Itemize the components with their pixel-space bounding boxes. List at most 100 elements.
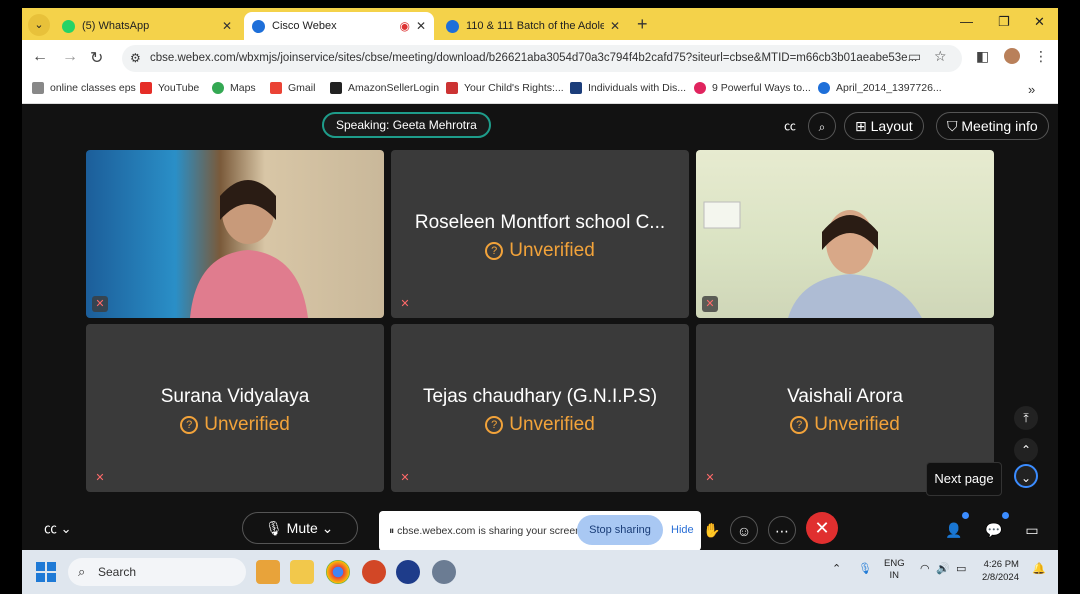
bookmark-amazon[interactable]: AmazonSellerLogin [330, 82, 439, 94]
menu-icon[interactable]: ⋮ [1034, 48, 1048, 65]
battery-icon[interactable]: ▭ [956, 562, 966, 575]
tab-batch-webex[interactable]: 110 & 111 Batch of the Adolesc ✕ [438, 12, 628, 40]
pinterest-icon [694, 82, 706, 94]
mic-muted-icon: ✕ [400, 472, 410, 484]
powerpoint-app-icon[interactable] [362, 560, 386, 584]
participant-video-3[interactable]: ✕ [696, 150, 994, 318]
layout-button[interactable]: ⊞ Layout [844, 112, 924, 140]
mic-muted-icon: ✕ [95, 472, 105, 484]
forward-button[interactable]: → [62, 48, 78, 66]
camera-icon[interactable]: ▭ [908, 48, 921, 65]
search-icon: ⌕ [78, 564, 86, 579]
close-icon[interactable]: ✕ [416, 19, 426, 33]
mic-muted-icon: ✕ [92, 296, 108, 312]
bookmark-youtube[interactable]: YouTube [140, 82, 199, 94]
mic-muted-icon: ✕ [702, 296, 718, 312]
bookmark-maps[interactable]: Maps [212, 82, 256, 94]
participant-video-1[interactable]: ✕ [86, 150, 384, 318]
participants-icon[interactable]: 👤 [940, 516, 968, 544]
notification-dot [962, 512, 969, 519]
chat-icon[interactable]: 💬 [980, 516, 1008, 544]
back-button[interactable]: ← [32, 48, 48, 66]
url-field[interactable]: ⚙ cbse.webex.com/wbxmjs/joinservice/site… [122, 45, 962, 72]
profile-avatar[interactable] [1004, 48, 1020, 64]
youtube-icon [140, 82, 152, 94]
address-bar: ← → ↻ ⚙ cbse.webex.com/wbxmjs/joinservic… [22, 40, 1058, 76]
participant-tile-roseleen[interactable]: Roseleen Montfort school C... ? Unverifie… [391, 150, 689, 318]
bookmark-gmail[interactable]: Gmail [270, 82, 315, 94]
search-icon[interactable]: ⌕ [808, 112, 836, 140]
microphone-icon[interactable]: 🎙 [858, 562, 872, 575]
bookmark-child-rights[interactable]: Your Child's Rights:... [446, 82, 564, 94]
leave-meeting-button[interactable]: ✕ [806, 512, 838, 544]
unverified-badge: ? Unverified [696, 414, 994, 436]
globe-icon [32, 82, 44, 94]
participant-tile-surana[interactable]: Surana Vidyalaya ? Unverified ✕ [86, 324, 384, 492]
minimize-button[interactable]: — [960, 14, 973, 29]
chevron-up-icon[interactable]: ⌃ [832, 562, 841, 575]
first-page-button[interactable]: ⤒ [1014, 406, 1038, 430]
question-icon: ? [485, 242, 504, 260]
close-window-button[interactable]: ✕ [1034, 14, 1045, 30]
meeting-area: Speaking: Geeta Mehrotra ㏄ ⌕ ⊞ Layout ⛉ … [22, 104, 1058, 550]
captions-menu-button[interactable]: ㏄ ⌄ [44, 518, 72, 537]
sk-icon [446, 82, 458, 94]
captions-icon[interactable]: ㏄ [776, 112, 804, 140]
share-notice-text: ⏸ cbse.webex.com is sharing your screen. [389, 525, 584, 537]
restore-button[interactable]: ❐ [998, 14, 1010, 30]
file-explorer-icon[interactable] [290, 560, 314, 584]
close-icon[interactable]: ✕ [610, 19, 620, 33]
close-icon[interactable]: ✕ [222, 19, 232, 33]
reload-button[interactable]: ↻ [90, 48, 103, 68]
tab-whatsapp[interactable]: (5) WhatsApp ✕ [54, 12, 240, 40]
previous-page-button[interactable]: ⌃ [1014, 438, 1038, 462]
webex-icon [446, 19, 459, 33]
taskbar-search[interactable]: ⌕ Search [68, 558, 246, 586]
speaking-indicator: Speaking: Geeta Mehrotra [322, 112, 491, 138]
tab-search-button[interactable]: ⌄ [28, 14, 50, 36]
site-info-icon[interactable]: ⚙ [130, 45, 141, 72]
taskbar-clock[interactable]: 4:26 PM 2/8/2024 [982, 558, 1019, 584]
bookmarks-overflow[interactable]: » [1028, 82, 1035, 97]
more-options-icon[interactable]: ⋯ [768, 516, 796, 544]
apps-panel-icon[interactable]: ▭ [1018, 516, 1046, 544]
reactions-icon[interactable]: ☺ [730, 516, 758, 544]
mute-button[interactable]: 🎙 Mute ⌄ [242, 512, 358, 544]
new-tab-button[interactable]: + [637, 14, 648, 35]
amazon-icon [330, 82, 342, 94]
language-indicator[interactable]: ENG IN [884, 558, 905, 582]
question-icon: ? [790, 416, 809, 434]
mic-muted-icon: ✕ [705, 472, 715, 484]
wifi-icon[interactable]: ◠ [920, 562, 930, 575]
webex-app-icon[interactable] [396, 560, 420, 584]
meeting-info-button[interactable]: ⛉ Meeting info [936, 112, 1049, 140]
stop-sharing-button[interactable]: Stop sharing [577, 515, 663, 545]
question-icon: ? [180, 416, 199, 434]
bookmark-powerful-ways[interactable]: 9 Powerful Ways to... [694, 82, 811, 94]
unverified-badge: ? Unverified [391, 240, 689, 262]
tab-cisco-webex[interactable]: Cisco Webex ◉ ✕ [244, 12, 434, 40]
volume-icon[interactable]: 🔊 [936, 562, 950, 575]
hide-button[interactable]: Hide [671, 524, 694, 536]
whatsapp-icon [62, 19, 75, 33]
notification-bell-icon[interactable]: 🔔 [1032, 562, 1046, 575]
u-icon [570, 82, 582, 94]
participant-tile-tejas[interactable]: Tejas chaudhary (G.N.I.P.S) ? Unverified … [391, 324, 689, 492]
next-page-tooltip: Next page [926, 462, 1002, 496]
bookmark-star-icon[interactable]: ☆ [934, 48, 947, 65]
widgets-app-icon[interactable] [256, 560, 280, 584]
screen-share-notice: ⏸ cbse.webex.com is sharing your screen.… [379, 511, 701, 551]
raise-hand-icon[interactable]: ✋ [698, 516, 726, 544]
bookmark-individuals[interactable]: Individuals with Dis... [570, 82, 686, 94]
settings-app-icon[interactable] [432, 560, 456, 584]
windows-start-icon[interactable] [36, 562, 56, 582]
bookmark-online-classes[interactable]: online classes eps [32, 82, 136, 94]
windows-taskbar: ⌕ Search ⌃ 🎙 ENG IN ◠ 🔊 ▭ 4:26 PM 2/8/20… [22, 550, 1058, 594]
gmail-icon [270, 82, 282, 94]
side-panel-icon[interactable]: ◧ [976, 48, 989, 65]
chrome-app-icon[interactable] [326, 560, 350, 584]
next-page-button[interactable]: ⌄ [1014, 464, 1038, 488]
recording-icon: ◉ [399, 19, 410, 33]
screen: ⌄ (5) WhatsApp ✕ Cisco Webex ◉ ✕ 110 & 1… [22, 8, 1058, 594]
bookmark-april-2014[interactable]: April_2014_1397726... [818, 82, 942, 94]
